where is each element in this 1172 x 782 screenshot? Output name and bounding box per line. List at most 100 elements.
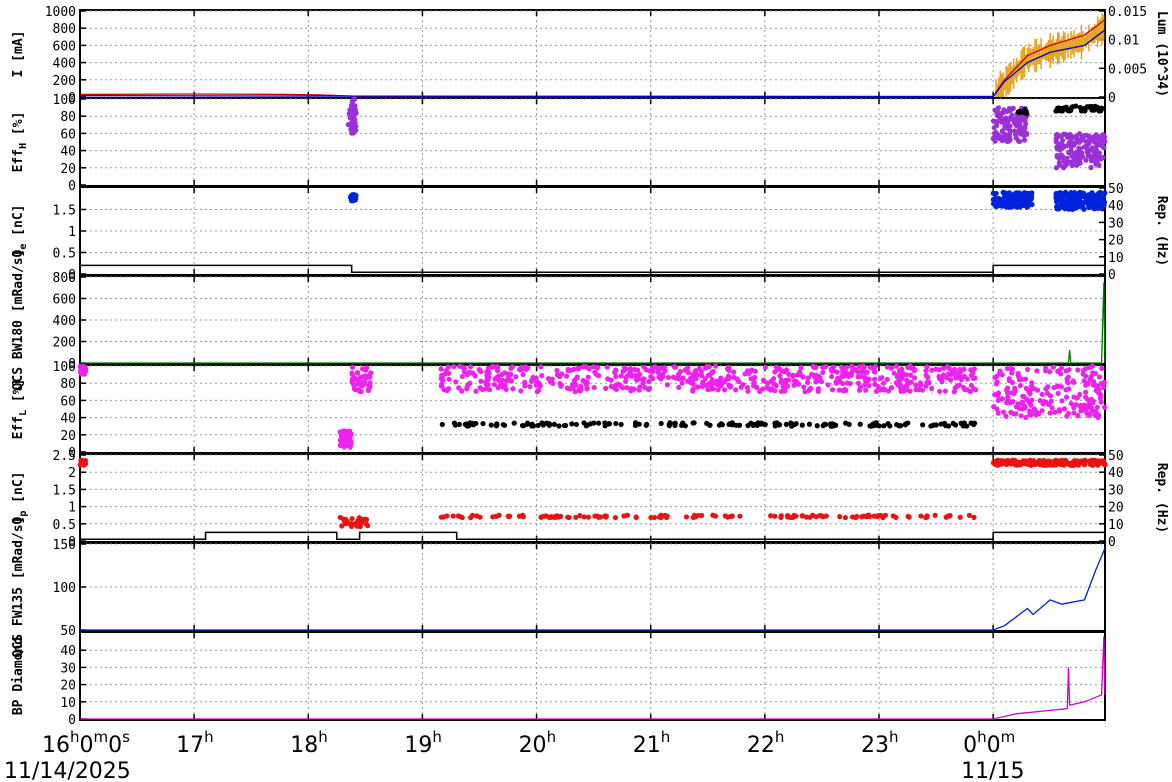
scatter-point xyxy=(783,367,790,373)
scatter-point xyxy=(485,377,491,383)
x-hour-unit: h xyxy=(204,728,214,746)
y-tick-label: 0.5 xyxy=(53,518,76,533)
scatter-point xyxy=(501,422,508,428)
scatter-point xyxy=(1063,143,1070,149)
scatter-point xyxy=(527,384,533,390)
scatter-point xyxy=(995,132,1001,138)
scatter-point xyxy=(349,515,355,522)
scatter-point xyxy=(957,370,963,376)
scatter-point xyxy=(357,388,363,394)
x-minute-number: 0 xyxy=(987,733,1001,758)
scatter-point xyxy=(1050,364,1056,370)
scatter-point xyxy=(551,421,557,427)
scatter-point xyxy=(1047,410,1053,416)
scatter-point xyxy=(1029,380,1035,386)
scatter-point xyxy=(856,387,863,393)
scatter-point xyxy=(917,380,924,386)
scatter-point xyxy=(478,378,484,384)
scatter-point xyxy=(518,388,524,394)
scatter-point xyxy=(901,388,907,394)
scatter-point xyxy=(733,422,739,428)
scatter-point xyxy=(1054,106,1060,113)
scatter-point xyxy=(773,364,779,370)
panels-layer: 02004006008001000I [mA]00.0050.010.015 Lu… xyxy=(11,5,1169,728)
x-hour-number: 23 xyxy=(861,733,889,758)
scatter-point xyxy=(604,364,610,370)
scatter-point xyxy=(671,364,677,370)
scatter-point xyxy=(545,376,552,382)
scatter-point xyxy=(1073,103,1079,109)
scatter-point xyxy=(837,514,843,520)
scatter-point xyxy=(805,375,811,381)
series-line xyxy=(80,636,1106,720)
scatter-point xyxy=(1096,374,1103,380)
scatter-point xyxy=(676,384,682,391)
series-line xyxy=(80,548,1106,631)
y-tick-label: 40 xyxy=(60,644,76,659)
scatter-point xyxy=(819,379,825,385)
scatter-point xyxy=(691,420,697,426)
scatter-point xyxy=(1092,155,1098,161)
y-tick-label: 20 xyxy=(60,429,76,444)
scatter-point xyxy=(926,379,932,386)
scatter-point xyxy=(1013,196,1019,202)
scatter-point xyxy=(612,369,618,376)
scatter-point xyxy=(1073,133,1079,139)
scatter-point xyxy=(485,382,491,388)
x-minute-unit: m xyxy=(94,728,109,746)
scatter-point xyxy=(968,382,975,389)
x-hour-unit: h xyxy=(318,728,328,746)
scatter-point xyxy=(516,366,523,373)
scatter-point xyxy=(343,440,350,446)
x-hour-label: 22h xyxy=(747,728,785,758)
scatter-point xyxy=(561,422,568,429)
scatter-point xyxy=(994,122,1000,128)
scatter-point xyxy=(1052,462,1058,468)
scatter-point xyxy=(1005,459,1011,465)
scatter-point xyxy=(1064,394,1070,400)
scatter-point xyxy=(652,363,658,370)
scatter-point xyxy=(349,364,356,370)
x-hour-number: 17 xyxy=(176,733,204,758)
scatter-point xyxy=(752,374,758,380)
scatter-point xyxy=(1048,398,1054,404)
scatter-point xyxy=(772,420,778,426)
scatter-point xyxy=(1065,410,1072,417)
scatter-point xyxy=(446,376,452,382)
x-hour-number: 20 xyxy=(519,733,547,758)
scatter-point xyxy=(586,366,592,372)
scatter-point xyxy=(1064,134,1071,140)
scatter-point xyxy=(1003,195,1009,201)
scatter-point xyxy=(1082,132,1088,138)
scatter-point xyxy=(464,383,470,389)
scatter-point xyxy=(453,379,459,385)
scatter-point xyxy=(992,107,998,113)
y-tick-label: 800 xyxy=(53,271,76,286)
scatter-point xyxy=(634,377,640,383)
scatter-point xyxy=(872,376,878,382)
scatter-point xyxy=(636,421,642,427)
y-tick-label: 80 xyxy=(60,377,76,392)
scatter-point xyxy=(1007,131,1013,137)
scatter-point xyxy=(724,366,731,372)
series-line xyxy=(80,282,1106,364)
scatter-point xyxy=(1022,376,1029,382)
scatter-point xyxy=(658,420,664,427)
scatter-point xyxy=(677,368,684,375)
scatter-point xyxy=(867,364,873,370)
scatter-point xyxy=(942,388,948,394)
x-hour-label: 17h xyxy=(176,728,214,758)
scatter-point xyxy=(1056,155,1062,162)
scatter-point xyxy=(594,365,600,371)
scatter-point xyxy=(847,380,853,387)
scatter-point xyxy=(480,420,486,427)
scatter-point xyxy=(1003,399,1010,406)
scatter-point xyxy=(786,371,792,377)
scatter-point xyxy=(670,374,676,380)
scatter-point xyxy=(694,384,700,390)
scatter-point xyxy=(1097,105,1103,112)
scatter-point xyxy=(820,364,826,370)
scatter-point xyxy=(768,387,774,393)
scatter-point xyxy=(1027,202,1033,208)
x-hour-unit: h xyxy=(547,728,557,746)
